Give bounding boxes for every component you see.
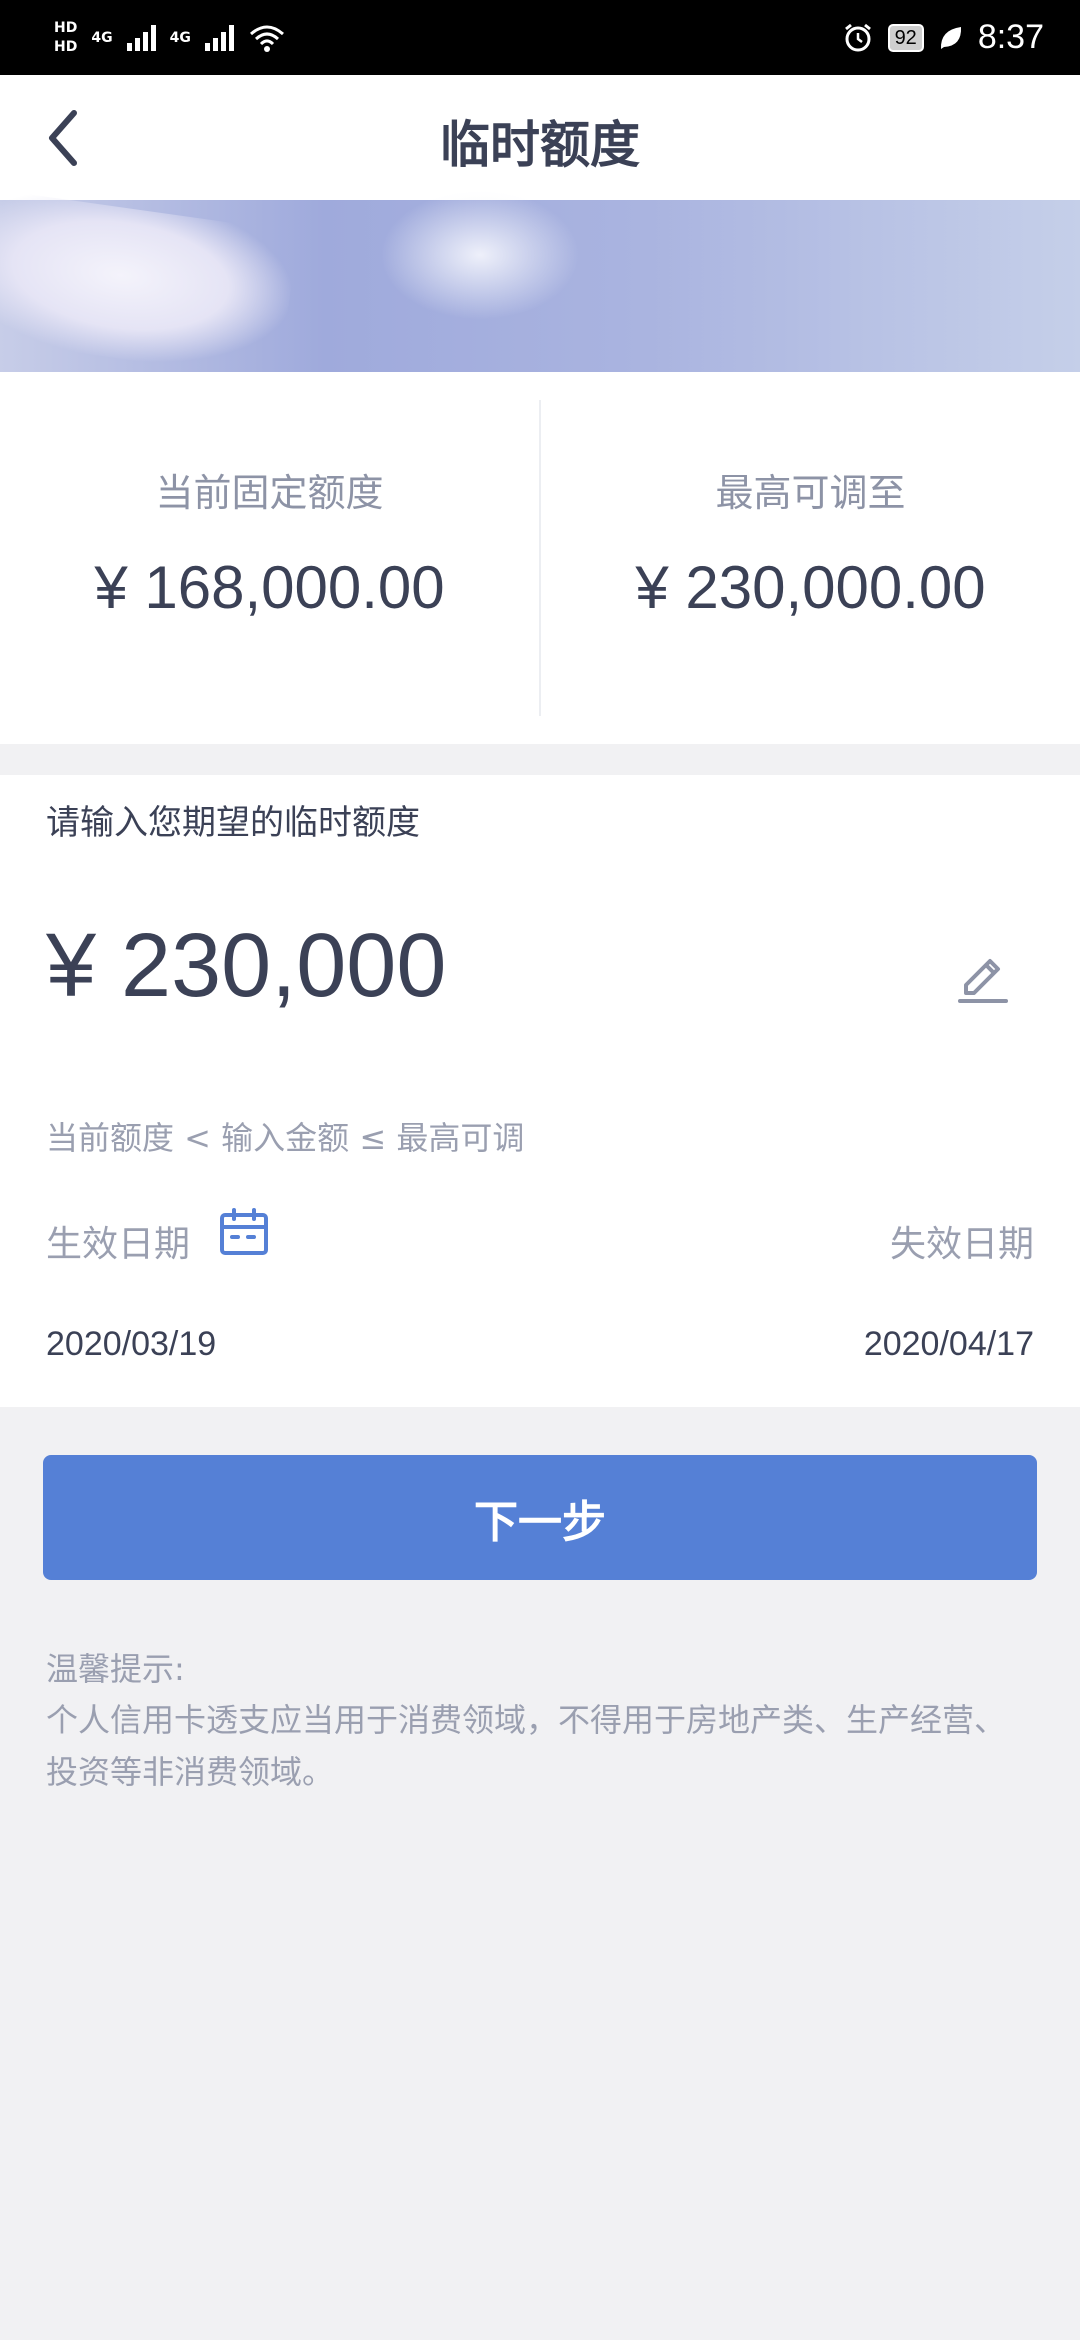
network-type: 4G xyxy=(91,29,113,46)
current-limit-label: 当前固定额度 xyxy=(155,471,384,515)
banner-image xyxy=(0,189,1080,381)
next-step-button[interactable]: 下一步 xyxy=(43,1455,1037,1580)
signal-icon xyxy=(204,24,234,51)
effective-date-label: 生效日期 xyxy=(46,1224,191,1265)
expiry-date-value: 2020/04/17 xyxy=(863,1325,1034,1363)
limits-card: 当前固定额度 ¥ 168,000.00 最高可调至 ¥ 230,000.00 xyxy=(0,372,1080,744)
tips-body: 个人信用卡透支应当用于消费领域，不得用于房地产类、生产经营、投资等非消费领域。 xyxy=(46,1701,1007,1791)
edit-icon[interactable] xyxy=(952,945,1012,1005)
page-title: 临时额度 xyxy=(440,116,640,174)
status-bar-right: 92 8:37 xyxy=(842,18,1044,57)
expiry-date-label: 失效日期 xyxy=(889,1224,1034,1265)
hd-badge: HD xyxy=(54,20,78,36)
amount-input[interactable]: ¥ 230,000 xyxy=(46,915,446,1018)
battery-indicator: 92 xyxy=(887,23,924,52)
calendar-icon[interactable] xyxy=(218,1207,270,1257)
current-limit-value: ¥ 168,000.00 xyxy=(94,554,445,621)
banner-decoration xyxy=(380,190,580,320)
hd-indicators: HD HD xyxy=(54,20,77,55)
signal-icon xyxy=(126,24,156,51)
amount-input-card: 请输入您期望的临时额度 ¥ 230,000 当前额度 < 输入金额 ≤ 最高可调… xyxy=(0,775,1080,1407)
alarm-icon xyxy=(844,23,871,51)
network-type: 4G xyxy=(169,29,191,46)
effective-date-value[interactable]: 2020/03/19 xyxy=(46,1325,216,1364)
leaf-icon xyxy=(940,26,961,49)
nav-bar: 临时额度 xyxy=(0,75,1080,200)
max-limit-label: 最高可调至 xyxy=(715,471,906,515)
amount-prompt: 请输入您期望的临时额度 xyxy=(46,803,420,843)
max-limit: 最高可调至 ¥ 230,000.00 xyxy=(539,400,1080,716)
amount-range-hint: 当前额度 < 输入金额 ≤ 最高可调 xyxy=(46,1119,525,1157)
clock: 8:37 xyxy=(977,18,1044,56)
current-limit: 当前固定额度 ¥ 168,000.00 xyxy=(0,372,539,744)
banner-decoration xyxy=(0,189,299,381)
status-bar: HD HD 4G 4G 92 8:37 xyxy=(0,0,1080,75)
wifi-icon xyxy=(249,25,284,52)
max-limit-value: ¥ 230,000.00 xyxy=(635,554,986,621)
tips-title: 温馨提示: xyxy=(46,1650,185,1688)
hd-badge: HD xyxy=(54,39,78,55)
status-bar-left: HD HD 4G 4G xyxy=(54,20,286,55)
